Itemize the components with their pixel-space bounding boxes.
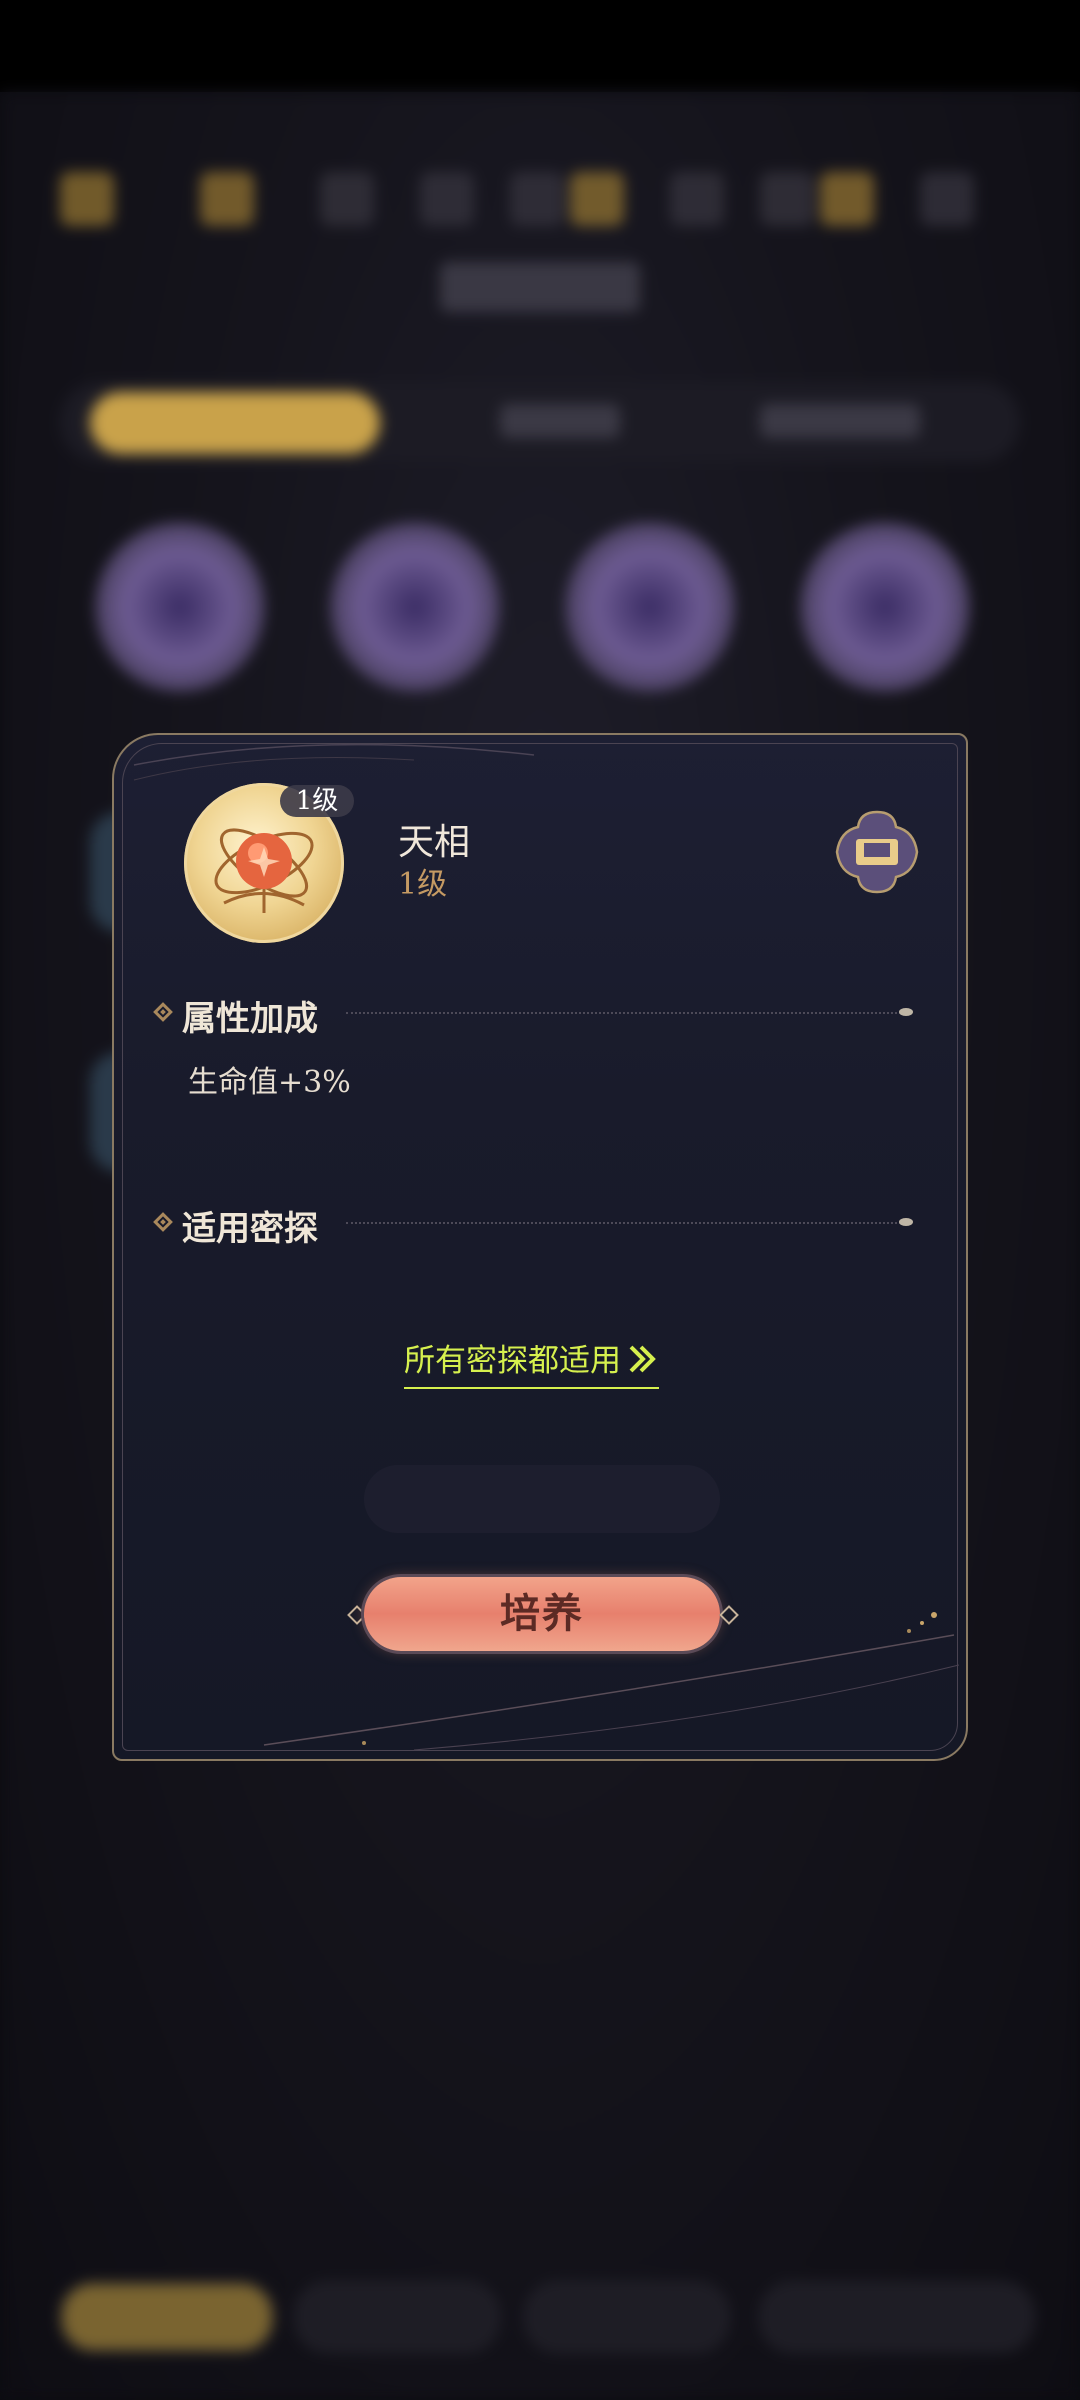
link-label: 所有密探都适用	[404, 1343, 621, 1379]
applicable-section-header: 适用密探	[153, 1201, 926, 1249]
diamond-bullet-icon	[153, 1002, 173, 1022]
double-chevron-right-icon	[627, 1343, 659, 1383]
background-button	[760, 2282, 1034, 2352]
lock-button[interactable]	[834, 809, 920, 895]
bg-icon	[60, 172, 114, 226]
divider-end-dot	[899, 1218, 913, 1226]
bg-icon	[570, 172, 624, 226]
background-flower	[800, 522, 970, 692]
bg-icon	[920, 172, 974, 226]
background-icon-row	[0, 172, 1080, 252]
background-button	[525, 2282, 729, 2352]
background-flower	[330, 522, 500, 692]
dotted-divider	[346, 1012, 901, 1014]
background-tab	[760, 404, 920, 438]
bg-icon	[320, 172, 374, 226]
attribute-value: 生命值+3%	[188, 1065, 351, 1100]
item-detail-panel: 1级 天相 1级 属性加成 生命值+3% 适用密探 所有密探都适用 培养	[112, 733, 968, 1761]
cultivate-button[interactable]: 培养	[364, 1577, 720, 1651]
background-flower	[95, 522, 265, 692]
lock-icon	[835, 810, 919, 894]
screen: 1级 天相 1级 属性加成 生命值+3% 适用密探 所有密探都适用 培养	[0, 0, 1080, 2400]
background-tab	[500, 404, 620, 438]
diamond-bullet-icon	[153, 1212, 173, 1232]
applies-to-all-link[interactable]: 所有密探都适用	[404, 1335, 659, 1389]
faded-placeholder-bar	[364, 1465, 720, 1533]
background-button	[60, 2282, 274, 2352]
item-name: 天相	[398, 822, 471, 863]
status-bar-area	[0, 0, 1080, 92]
divider-end-dot	[899, 1008, 913, 1016]
background-button	[295, 2282, 499, 2352]
background-title	[440, 262, 640, 312]
button-cap-right-icon	[719, 1605, 739, 1625]
bg-icon	[760, 172, 814, 226]
bg-icon	[200, 172, 254, 226]
background-flower	[565, 522, 735, 692]
bg-icon	[670, 172, 724, 226]
item-level: 1级	[398, 867, 448, 902]
section-title: 适用密探	[182, 1209, 318, 1249]
bg-icon	[510, 172, 564, 226]
bg-icon	[820, 172, 874, 226]
level-badge: 1级	[280, 785, 354, 817]
section-title: 属性加成	[182, 999, 318, 1039]
bg-icon	[420, 172, 474, 226]
attributes-section-header: 属性加成	[153, 991, 926, 1039]
dotted-divider	[346, 1222, 901, 1224]
background-tab-active	[90, 392, 380, 454]
